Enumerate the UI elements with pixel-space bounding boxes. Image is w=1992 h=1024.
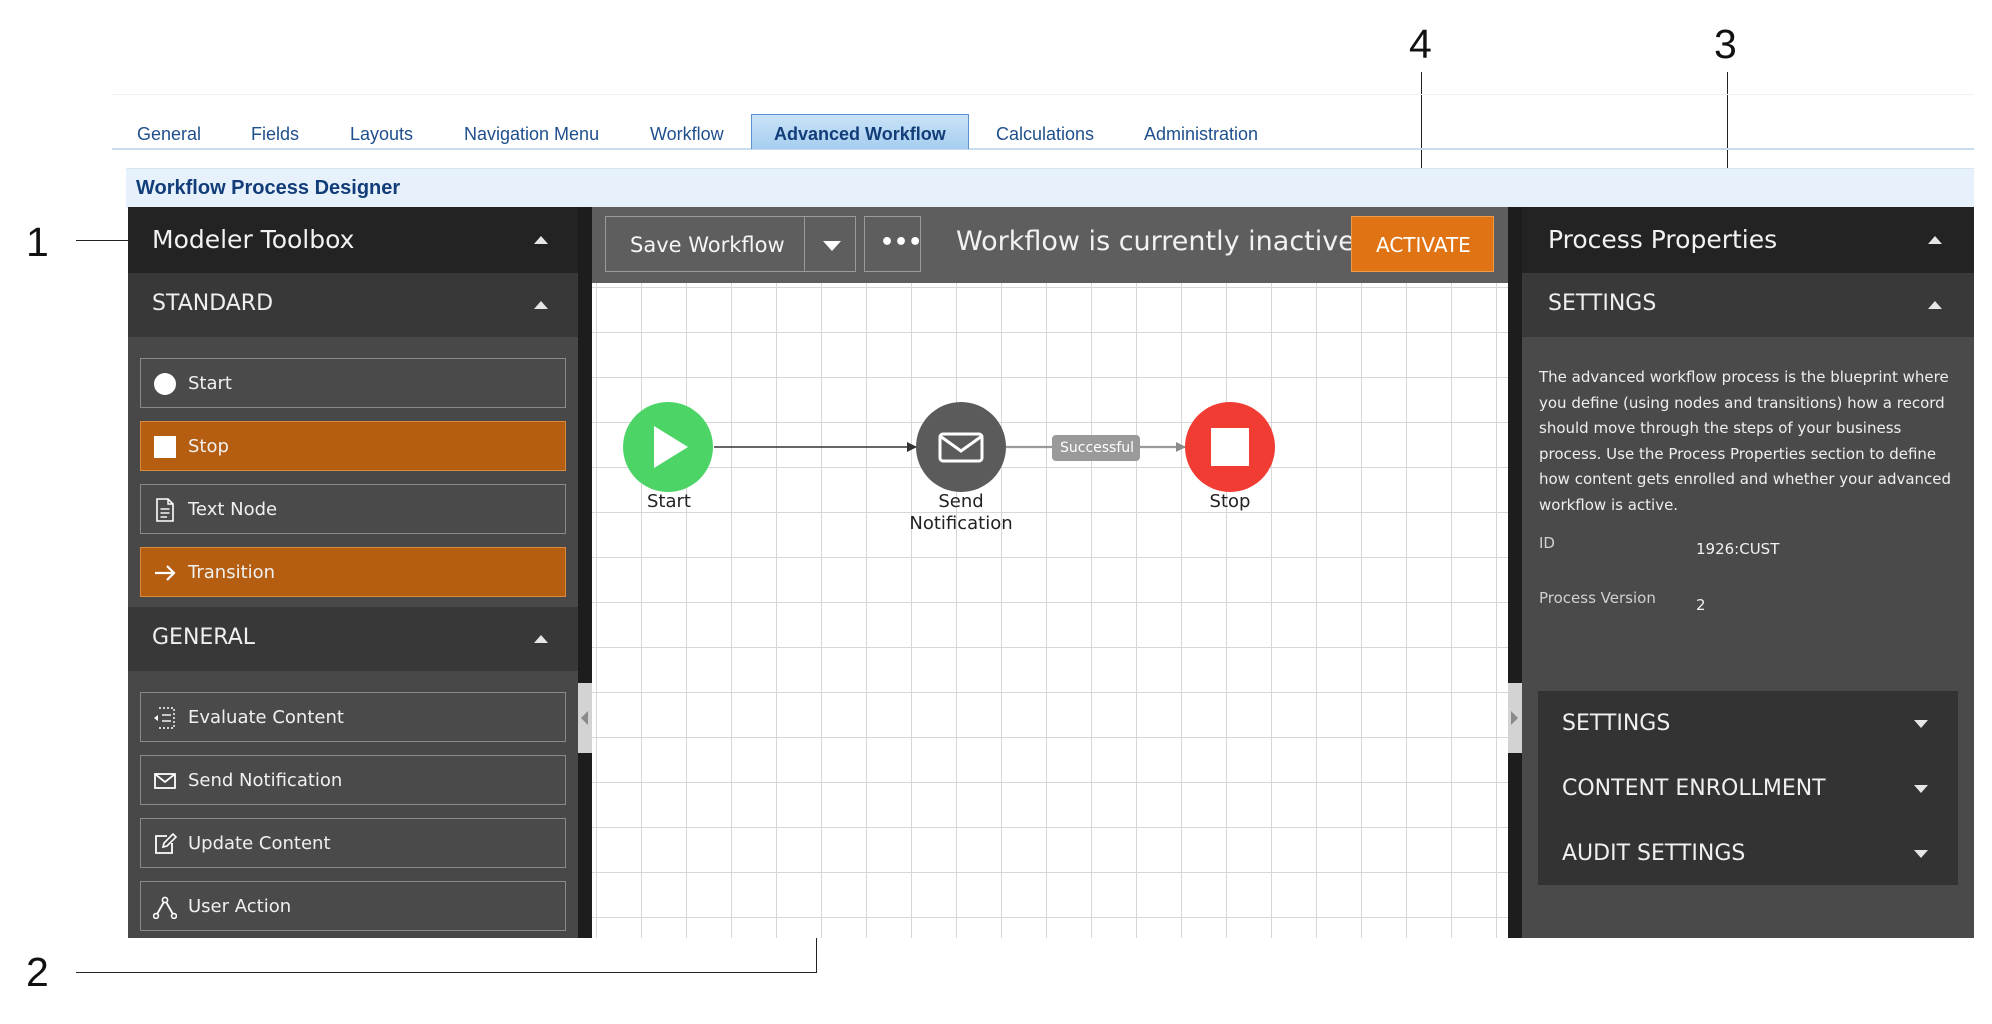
section-standard-header[interactable]: STANDARD — [128, 273, 578, 337]
collapse-icon[interactable] — [1928, 301, 1942, 309]
stop-node-label: Stop — [1209, 491, 1251, 512]
chevron-down-icon — [1914, 850, 1928, 858]
tool-label: Start — [188, 373, 232, 394]
start-node-label: Start — [647, 491, 691, 512]
properties-accordion: SETTINGS CONTENT ENROLLMENT AUDIT SETTIN… — [1538, 691, 1958, 885]
tool-evaluate-content[interactable]: Evaluate Content — [140, 692, 566, 742]
stop-square-icon — [1211, 428, 1249, 466]
activate-button[interactable]: ACTIVATE — [1351, 216, 1494, 272]
tool-label: User Action — [188, 896, 292, 917]
tab-administration[interactable]: Administration — [1144, 124, 1258, 145]
properties-title: Process Properties — [1548, 225, 1778, 254]
accordion-content-enrollment-label: CONTENT ENROLLMENT — [1562, 776, 1826, 801]
workflow-status: Workflow is currently inactive. — [956, 226, 1364, 257]
process-version-value: 2 — [1696, 596, 1706, 614]
properties-header[interactable]: Process Properties — [1522, 207, 1974, 273]
chevron-down-icon — [1914, 785, 1928, 793]
collapse-icon[interactable] — [534, 301, 548, 309]
save-options-dropdown[interactable] — [804, 216, 856, 272]
accordion-settings[interactable]: SETTINGS — [1538, 691, 1958, 755]
user-action-icon — [153, 896, 177, 919]
collapse-icon[interactable] — [1928, 236, 1942, 244]
chevron-down-icon — [823, 241, 841, 251]
tab-layouts[interactable]: Layouts — [350, 124, 413, 145]
workflow-canvas-panel: Save Workflow ••• Workflow is currently … — [592, 207, 1508, 938]
callout-2: 2 — [26, 949, 49, 995]
properties-settings-title: SETTINGS — [1548, 291, 1657, 316]
tool-label: Stop — [188, 436, 229, 457]
id-label: ID — [1539, 534, 1555, 552]
tab-advanced-workflow[interactable]: Advanced Workflow — [751, 114, 969, 149]
tool-text-node[interactable]: Text Node — [140, 484, 566, 534]
tab-general[interactable]: General — [137, 124, 201, 145]
tool-transition[interactable]: Transition — [140, 547, 566, 597]
section-general-title: GENERAL — [152, 625, 256, 650]
workflow-diagram — [623, 402, 1275, 492]
send-node-label-line1: Send — [938, 491, 984, 512]
chevron-down-icon — [1914, 720, 1928, 728]
accordion-audit-settings-label: AUDIT SETTINGS — [1562, 841, 1746, 866]
save-workflow-button[interactable]: Save Workflow — [605, 216, 805, 272]
collapse-icon[interactable] — [534, 236, 548, 244]
workflow-grid[interactable]: Successful Start Send Notification Stop — [592, 283, 1508, 938]
canvas-toolbar: Save Workflow ••• Workflow is currently … — [592, 207, 1508, 283]
activate-label: ACTIVATE — [1376, 233, 1471, 257]
tool-stop[interactable]: Stop — [140, 421, 566, 471]
tab-calculations[interactable]: Calculations — [996, 124, 1094, 145]
tool-label: Update Content — [188, 833, 331, 854]
callout-3: 3 — [1714, 21, 1737, 67]
tool-start[interactable]: Start — [140, 358, 566, 408]
accordion-audit-settings[interactable]: AUDIT SETTINGS — [1538, 821, 1958, 885]
properties-settings-header[interactable]: SETTINGS — [1522, 273, 1974, 337]
envelope-icon — [154, 773, 176, 789]
toolbox-header[interactable]: Modeler Toolbox — [128, 207, 578, 273]
toolbox-title: Modeler Toolbox — [152, 225, 355, 254]
tab-workflow[interactable]: Workflow — [650, 124, 724, 145]
square-icon — [154, 436, 176, 458]
section-standard-title: STANDARD — [152, 291, 274, 316]
accordion-content-enrollment[interactable]: CONTENT ENROLLMENT — [1538, 756, 1958, 820]
save-workflow-label: Save Workflow — [630, 233, 785, 257]
tool-update-content[interactable]: Update Content — [140, 818, 566, 868]
section-general-header[interactable]: GENERAL — [128, 607, 578, 671]
document-icon — [156, 498, 174, 522]
callout-2-line — [76, 972, 817, 973]
collapse-icon[interactable] — [534, 635, 548, 643]
modeler-toolbox: Modeler Toolbox STANDARD Start Stop Text… — [128, 207, 578, 938]
transition-label: Successful — [1060, 440, 1135, 456]
properties-description: The advanced workflow process is the blu… — [1539, 368, 1952, 514]
callout-4: 4 — [1409, 21, 1432, 67]
tab-bar-underline — [112, 148, 1974, 150]
send-node-label-line2: Notification — [909, 513, 1013, 534]
designer-title-bar — [126, 168, 1974, 208]
process-properties-panel: Process Properties SETTINGS The advanced… — [1522, 207, 1974, 938]
more-options-button[interactable]: ••• — [864, 216, 923, 272]
callout-1: 1 — [26, 219, 49, 265]
id-value: 1926:CUST — [1696, 540, 1780, 558]
tool-send-notification[interactable]: Send Notification — [140, 755, 566, 805]
send-notification-node[interactable] — [916, 402, 1006, 492]
right-splitter[interactable] — [1508, 207, 1522, 938]
tab-fields[interactable]: Fields — [251, 124, 299, 145]
left-splitter-handle[interactable] — [578, 683, 592, 753]
tool-label: Text Node — [188, 499, 278, 520]
accordion-settings-label: SETTINGS — [1562, 711, 1671, 736]
arrow-right-icon — [155, 565, 176, 581]
process-version-label: Process Version — [1539, 589, 1656, 607]
designer-title: Workflow Process Designer — [136, 177, 401, 199]
left-splitter[interactable] — [578, 207, 592, 938]
tab-navigation-menu[interactable]: Navigation Menu — [464, 124, 599, 145]
tool-label: Transition — [188, 562, 276, 583]
tool-user-action[interactable]: User Action — [140, 881, 566, 931]
evaluate-icon — [154, 707, 175, 729]
right-splitter-handle[interactable] — [1508, 683, 1522, 753]
tool-label: Send Notification — [188, 770, 343, 791]
callout-1-line — [76, 240, 128, 241]
circle-icon — [154, 373, 176, 395]
tool-label: Evaluate Content — [188, 707, 344, 728]
edit-icon — [155, 832, 177, 854]
more-icon: ••• — [880, 230, 923, 255]
